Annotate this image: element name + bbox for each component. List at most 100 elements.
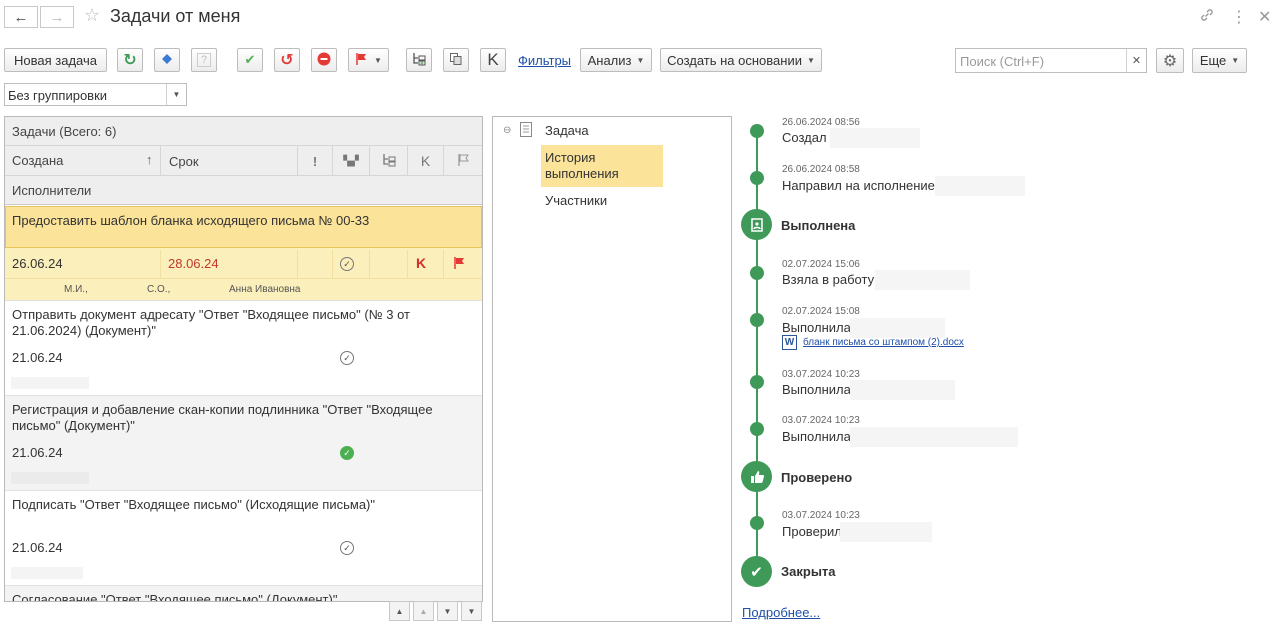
executor: Анна Ивановна <box>229 284 301 295</box>
link-icon[interactable] <box>1199 7 1215 28</box>
close-icon[interactable]: ✕ <box>1258 7 1271 27</box>
clear-search-icon[interactable]: ✕ <box>1126 49 1146 72</box>
star-icon[interactable]: ☆ <box>84 5 100 26</box>
tree-add-icon <box>411 51 427 70</box>
flag-outline-icon <box>457 153 471 170</box>
refresh-button[interactable]: ↻ <box>117 48 143 72</box>
flag-menu-button[interactable]: ▼ <box>348 48 389 72</box>
flag-icon <box>453 256 467 273</box>
up-icon: ▲ <box>419 606 428 616</box>
word-file-icon: W <box>782 335 797 350</box>
tree-item-task[interactable]: Задача <box>545 123 589 138</box>
status-done-icon: ✓ <box>340 446 354 460</box>
question-icon: ? <box>196 53 212 67</box>
col-k[interactable]: K <box>407 146 443 176</box>
more-button[interactable]: Еще ▼ <box>1192 48 1247 73</box>
down-icon: ▼ <box>443 606 452 616</box>
col-importance[interactable]: ! <box>297 146 332 176</box>
status-check-icon: ✓ <box>340 257 354 271</box>
gear-icon: ⚙ <box>1162 52 1178 70</box>
table-caption: Задачи (Всего: 6) <box>5 117 482 146</box>
timeline-dot <box>750 516 764 530</box>
table-row[interactable]: Предоставить шаблон бланка исходящего пи… <box>5 206 482 301</box>
chevron-down-icon: ▼ <box>1231 56 1240 65</box>
settings-button[interactable]: ⚙ <box>1156 48 1184 73</box>
col-subtasks[interactable] <box>369 146 407 176</box>
closed-check-icon: ✔ <box>741 556 772 587</box>
tree-icon <box>381 152 397 171</box>
refresh-icon: ↻ <box>123 52 137 69</box>
grid-status-icon: ▚▞ <box>343 155 359 167</box>
subtask-button[interactable] <box>406 48 432 72</box>
k-button[interactable]: K <box>480 48 506 72</box>
checkmark-icon: ✔ <box>244 52 256 67</box>
timeline-dot <box>750 422 764 436</box>
filters-link[interactable]: Фильтры <box>518 53 571 68</box>
double-up-icon: ▲ <box>395 606 404 616</box>
help-button[interactable]: ? <box>191 48 217 72</box>
back-button[interactable]: ← <box>4 6 38 28</box>
col-status[interactable]: ▚▞ <box>332 146 369 176</box>
analysis-button[interactable]: Анализ ▼ <box>580 48 652 72</box>
scroll-down-button[interactable]: ▼ <box>437 601 458 621</box>
thumbs-up-icon <box>741 461 772 492</box>
col-flag[interactable] <box>443 146 482 176</box>
executor: М.И., <box>64 284 88 295</box>
search-input[interactable]: Поиск (Ctrl+F) ✕ <box>955 48 1147 73</box>
navigate-button[interactable] <box>154 48 180 72</box>
table-row[interactable]: Регистрация и добавление скан-копии подл… <box>5 396 482 491</box>
page-title: Задачи от меня <box>110 6 241 26</box>
exclamation-icon: ! <box>312 153 318 169</box>
chevron-down-icon: ▼ <box>374 55 382 65</box>
executor: С.О., <box>147 284 171 295</box>
executor-placeholder <box>11 567 83 579</box>
col-deadline[interactable]: Срок <box>160 146 297 176</box>
timeline-dot <box>750 171 764 185</box>
more-vertical-icon[interactable]: ⋮ <box>1231 7 1247 27</box>
completed-icon <box>741 209 772 240</box>
restart-icon: ↺ <box>280 52 294 69</box>
table-row[interactable]: Подписать "Ответ "Входящее письмо" (Исхо… <box>5 491 482 586</box>
new-task-button[interactable]: Новая задача <box>4 48 107 72</box>
more-details-link[interactable]: Подробнее... <box>742 605 820 620</box>
scroll-top-button[interactable]: ▲ <box>389 601 410 621</box>
accept-button[interactable]: ✔ <box>237 48 263 72</box>
tasks-table: Задачи (Всего: 6) Создана ↑ Срок ! ▚▞ K … <box>4 116 483 602</box>
task-tree: ⊖ Задача История выполнения Участники <box>492 116 732 622</box>
timeline-dot <box>750 124 764 138</box>
attachment-link[interactable]: бланк письма со штампом (2).docx <box>803 337 964 348</box>
timeline-dot <box>750 375 764 389</box>
scroll-bottom-button[interactable]: ▼ <box>461 601 482 621</box>
document-icon <box>520 122 532 140</box>
table-subheader: Исполнители <box>5 176 482 205</box>
timeline-line <box>756 130 758 572</box>
flag-icon <box>355 52 369 69</box>
copy-button[interactable] <box>443 48 469 72</box>
chevron-down-icon[interactable]: ▼ <box>166 84 186 105</box>
restart-button[interactable]: ↺ <box>274 48 300 72</box>
create-based-button[interactable]: Создать на основании ▼ <box>660 48 822 72</box>
forward-button[interactable]: → <box>40 6 74 28</box>
sort-asc-icon[interactable]: ↑ <box>146 152 153 167</box>
chevron-down-icon: ▼ <box>636 55 645 65</box>
executor-placeholder <box>11 472 89 484</box>
scroll-up-button[interactable]: ▲ <box>413 601 434 621</box>
table-header: Создана ↑ Срок ! ▚▞ K <box>5 146 482 176</box>
arrow-diamond-icon <box>160 52 174 69</box>
table-row[interactable]: Согласование "Ответ "Входящее письмо" (Д… <box>5 586 482 601</box>
k-marker: K <box>416 255 427 271</box>
grouping-select[interactable]: Без группировки ▼ <box>4 83 187 106</box>
col-created[interactable]: Создана <box>12 153 63 168</box>
double-down-icon: ▼ <box>467 606 476 616</box>
executor-placeholder <box>11 377 89 389</box>
tree-item-history[interactable]: История выполнения <box>541 145 663 187</box>
timeline-dot <box>750 313 764 327</box>
chevron-down-icon: ▼ <box>806 55 815 65</box>
tree-item-participants[interactable]: Участники <box>545 193 607 208</box>
collapse-icon[interactable]: ⊖ <box>503 125 511 136</box>
table-row[interactable]: Отправить документ адресату "Ответ "Вход… <box>5 301 482 396</box>
arrow-right-icon: → <box>49 8 65 26</box>
arrow-left-icon: ← <box>13 8 29 26</box>
status-check-icon: ✓ <box>340 541 354 555</box>
stop-button[interactable] <box>311 48 337 72</box>
